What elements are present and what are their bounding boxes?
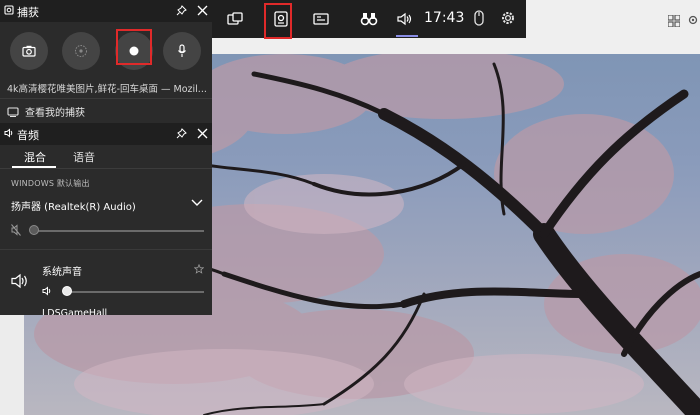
speaker-muted-icon[interactable] [11, 224, 21, 236]
divider [0, 98, 212, 99]
app-volume-track[interactable] [64, 291, 204, 293]
master-volume-track[interactable] [30, 230, 204, 232]
app-name: LDSGameHall [42, 308, 108, 315]
pin-icon[interactable] [176, 128, 187, 139]
capture-highlight [264, 3, 292, 39]
view-captures-link[interactable]: 查看我的捕获 [7, 104, 85, 119]
divider [0, 168, 212, 169]
microphone-button[interactable] [163, 32, 201, 70]
gear-icon[interactable] [688, 15, 698, 25]
speaker-icon [397, 12, 412, 26]
close-icon[interactable] [197, 128, 208, 139]
camera-icon [22, 45, 36, 57]
record-last-30s-button[interactable] [62, 32, 100, 70]
close-icon[interactable] [197, 5, 208, 16]
master-volume-thumb[interactable] [29, 225, 39, 235]
tab-voice[interactable]: 语音 [73, 149, 95, 165]
view-captures-label: 查看我的捕获 [25, 108, 85, 119]
camera-icon [4, 5, 14, 15]
pin-icon[interactable] [176, 5, 187, 16]
screenshot-button[interactable] [10, 32, 48, 70]
record-history-icon [75, 45, 87, 57]
capture-panel-header[interactable]: 捕获 [0, 0, 212, 22]
speaker-icon [4, 128, 13, 138]
audio-widget-button[interactable] [388, 4, 422, 34]
capture-panel-title: 捕获 [17, 6, 39, 19]
performance-widget-button[interactable] [304, 4, 338, 34]
settings-icon[interactable] [500, 10, 516, 26]
captured-window-title: 4k高清樱花唯美图片,鲜花-回车桌面 — Mozil... [7, 84, 207, 95]
widget-menu-icon [227, 12, 243, 25]
audio-panel-header[interactable]: 音频 [0, 123, 212, 145]
volume-icon[interactable] [42, 286, 52, 296]
speaker-icon [11, 273, 27, 289]
record-highlight [116, 29, 152, 65]
output-device-select[interactable]: 扬声器 (Realtek(R) Audio) [11, 198, 136, 213]
performance-icon [313, 13, 329, 25]
app-name: 系统声音 [42, 267, 82, 278]
capture-panel: 捕获 4k高清樱花唯美图片,鲜花-回车桌面 — Mozil... 查看我的捕获 [0, 0, 212, 123]
default-output-label: WINDOWS 默认输出 [11, 179, 90, 188]
xbox-social-button[interactable] [352, 4, 386, 34]
clock: 17:43 [424, 10, 465, 26]
audio-active-indicator [396, 35, 418, 37]
grid-icon[interactable] [668, 15, 680, 27]
widget-menu-button[interactable] [218, 4, 252, 34]
divider [0, 249, 212, 250]
microphone-icon [178, 44, 186, 57]
audio-panel: 音频 混合 语音 WINDOWS 默认输出 扬声器 (Realtek(R) Au… [0, 123, 212, 315]
audio-panel-title: 音频 [17, 129, 39, 142]
app-volume-thumb[interactable] [62, 286, 72, 296]
star-icon[interactable] [194, 264, 204, 274]
chevron-down-icon[interactable] [191, 199, 203, 207]
binoculars-icon [360, 13, 378, 26]
tab-mix[interactable]: 混合 [24, 149, 46, 165]
mouse-icon[interactable] [474, 10, 484, 26]
gallery-icon [7, 106, 19, 117]
